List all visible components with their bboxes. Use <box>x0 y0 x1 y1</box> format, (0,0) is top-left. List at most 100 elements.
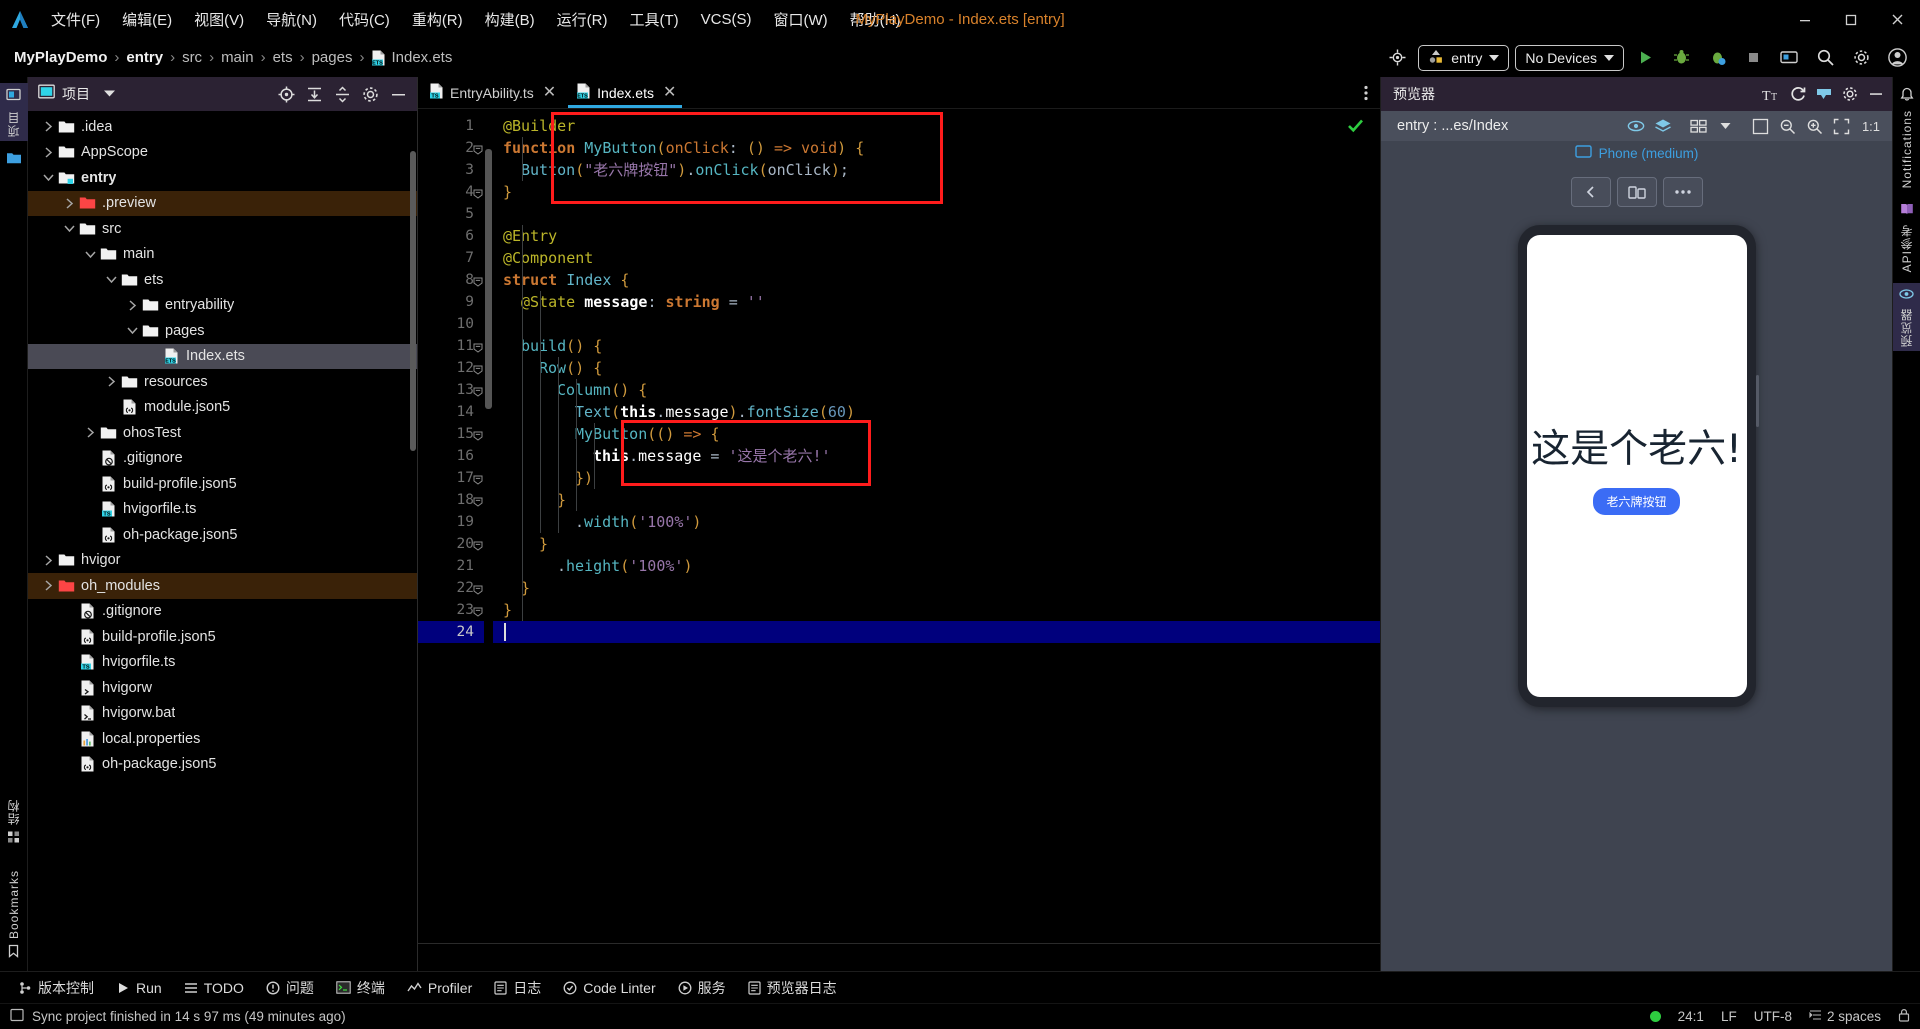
rail-previewer-button[interactable]: 预览器 <box>1893 282 1920 351</box>
lock-icon[interactable] <box>1898 1008 1910 1025</box>
code-fold-marker[interactable] <box>472 341 483 353</box>
menu-file[interactable]: 文件(F) <box>40 5 111 34</box>
code-line[interactable]: @Entry <box>493 225 1380 247</box>
profile-icon[interactable] <box>1702 43 1732 73</box>
grid-icon[interactable] <box>1686 114 1710 138</box>
project-file-tree[interactable]: .idea AppScope entry .preview src main ets entr… <box>28 111 417 971</box>
code-line[interactable]: function MyButton(onClick: () => void) { <box>493 137 1380 159</box>
code-fold-marker[interactable] <box>472 539 483 551</box>
tree-item-gitignore[interactable]: .gitignore <box>28 599 417 625</box>
tree-item-ohmodules[interactable]: oh_modules <box>28 573 417 599</box>
minimize-icon[interactable] <box>1782 0 1828 39</box>
code-fold-marker[interactable] <box>472 385 483 397</box>
tree-item-entry[interactable]: entry <box>28 165 417 191</box>
gutter-line-number[interactable]: 5 <box>418 203 484 225</box>
panel-hide-icon[interactable] <box>385 81 411 107</box>
code-line[interactable]: this.message = '这是个老六!' <box>493 445 1380 467</box>
breadcrumb-item-src[interactable]: src <box>182 49 202 66</box>
chevron-right-icon[interactable] <box>40 555 56 566</box>
tree-item-src[interactable]: src <box>28 216 417 242</box>
code-line[interactable]: @Builder <box>493 115 1380 137</box>
refresh-icon[interactable] <box>1786 82 1810 106</box>
gutter-line-number[interactable]: 9 <box>418 291 484 313</box>
tree-item-hvigorfilets[interactable]: TS hvigorfile.ts <box>28 497 417 523</box>
rail-resource-button[interactable] <box>6 150 22 170</box>
tree-item-localproperties[interactable]: local.properties <box>28 726 417 752</box>
menu-tools[interactable]: 工具(T) <box>618 5 689 34</box>
code-line[interactable]: Button("老六牌按钮").onClick(onClick); <box>493 159 1380 181</box>
tree-item-gitignore[interactable]: .gitignore <box>28 446 417 472</box>
menu-edit[interactable]: 编辑(E) <box>111 5 183 34</box>
tree-item-appscope[interactable]: AppScope <box>28 140 417 166</box>
code-line[interactable]: Row() { <box>493 357 1380 379</box>
code-line[interactable]: .width('100%') <box>493 511 1380 533</box>
caret-position[interactable]: 24:1 <box>1678 1009 1704 1024</box>
inspector-icon[interactable] <box>1812 82 1836 106</box>
close-tab-icon[interactable]: ✕ <box>540 84 556 101</box>
grid-dropdown-icon[interactable] <box>1713 114 1737 138</box>
code-fold-marker[interactable] <box>472 583 483 595</box>
code-fold-marker[interactable] <box>472 275 483 287</box>
tree-item-hvigor[interactable]: hvigor <box>28 548 417 574</box>
gutter-line-number[interactable]: 1 <box>418 115 484 137</box>
breadcrumb-item-main[interactable]: main <box>221 49 254 66</box>
tree-item-buildprofilejson5[interactable]: build-profile.json5 <box>28 471 417 497</box>
tool-preview-log[interactable]: 预览器日志 <box>738 975 847 1001</box>
gutter-line-number[interactable]: 6 <box>418 225 484 247</box>
menu-navigate[interactable]: 导航(N) <box>255 5 328 34</box>
close-icon[interactable] <box>1874 0 1920 39</box>
debug-icon[interactable] <box>1666 43 1696 73</box>
menu-help[interactable]: 帮助(H) <box>839 5 912 34</box>
tree-item-ohostest[interactable]: ohosTest <box>28 420 417 446</box>
code-line[interactable]: } <box>493 533 1380 555</box>
navigate-target-icon[interactable] <box>1382 43 1412 73</box>
chevron-right-icon[interactable] <box>103 376 119 387</box>
tool-code-linter[interactable]: Code Linter <box>553 977 665 999</box>
device-selector[interactable]: No Devices <box>1515 44 1624 71</box>
tool-profiler[interactable]: Profiler <box>397 977 482 999</box>
chevron-right-icon[interactable] <box>40 121 56 132</box>
indent-setting[interactable]: 2 spaces <box>1827 1009 1881 1024</box>
tool-problems[interactable]: 问题 <box>256 975 324 1001</box>
tool-log[interactable]: 日志 <box>484 975 551 1001</box>
code-fold-marker[interactable] <box>472 495 483 507</box>
rail-project-button[interactable]: 项目 <box>0 83 28 141</box>
chevron-down-icon[interactable] <box>103 85 116 103</box>
chevron-down-icon[interactable] <box>40 173 56 182</box>
preview-settings-gear-icon[interactable] <box>1838 82 1862 106</box>
tree-item-idea[interactable]: .idea <box>28 114 417 140</box>
multi-device-icon[interactable] <box>1616 177 1657 207</box>
breadcrumb-item-entry[interactable]: entry <box>126 49 163 66</box>
tree-item-resources[interactable]: resources <box>28 369 417 395</box>
menu-refactor[interactable]: 重构(R) <box>401 5 474 34</box>
preview-device-bar[interactable]: Phone (medium) <box>1381 141 1892 165</box>
rotate-left-icon[interactable] <box>1570 177 1611 207</box>
run-configuration-selector[interactable]: entry <box>1418 44 1510 71</box>
file-encoding[interactable]: UTF-8 <box>1754 1009 1792 1024</box>
editor-tab-indexets[interactable]: ETS Index.ets ✕ <box>565 77 685 108</box>
code-line[interactable] <box>493 203 1380 225</box>
code-fold-marker[interactable] <box>472 363 483 375</box>
rail-api-button[interactable]: API参考 <box>1893 198 1920 276</box>
run-icon[interactable] <box>1630 43 1660 73</box>
layers-icon[interactable] <box>1651 114 1675 138</box>
preview-phone-screen[interactable]: 这是个老六! 老六牌按钮 <box>1526 235 1747 697</box>
gutter-line-number[interactable]: 16 <box>418 445 484 467</box>
code-fold-marker[interactable] <box>472 605 483 617</box>
close-tab-icon[interactable]: ✕ <box>660 84 676 101</box>
menu-window[interactable]: 窗口(W) <box>762 5 838 34</box>
menu-run[interactable]: 运行(R) <box>546 5 619 34</box>
editor-scrollbar-thumb[interactable] <box>485 149 492 409</box>
zoom-in-icon[interactable] <box>1802 114 1826 138</box>
gutter-line-number[interactable]: 10 <box>418 313 484 335</box>
code-line[interactable]: .height('100%') <box>493 555 1380 577</box>
code-line[interactable]: Text(this.message).fontSize(60) <box>493 401 1380 423</box>
account-icon[interactable] <box>1882 43 1912 73</box>
more-vertical-icon[interactable] <box>1352 77 1380 108</box>
editor-gutter[interactable]: 1 2 3 4 5 6 7 8 9 10 11 12 13 14 15 16 17 18 19 20 21 22 23 24 <box>418 109 484 943</box>
code-line[interactable]: } <box>493 599 1380 621</box>
tree-item-entryability[interactable]: entryability <box>28 293 417 319</box>
code-line[interactable]: } <box>493 181 1380 203</box>
code-line[interactable]: } <box>493 489 1380 511</box>
chevron-right-icon[interactable] <box>40 580 56 591</box>
